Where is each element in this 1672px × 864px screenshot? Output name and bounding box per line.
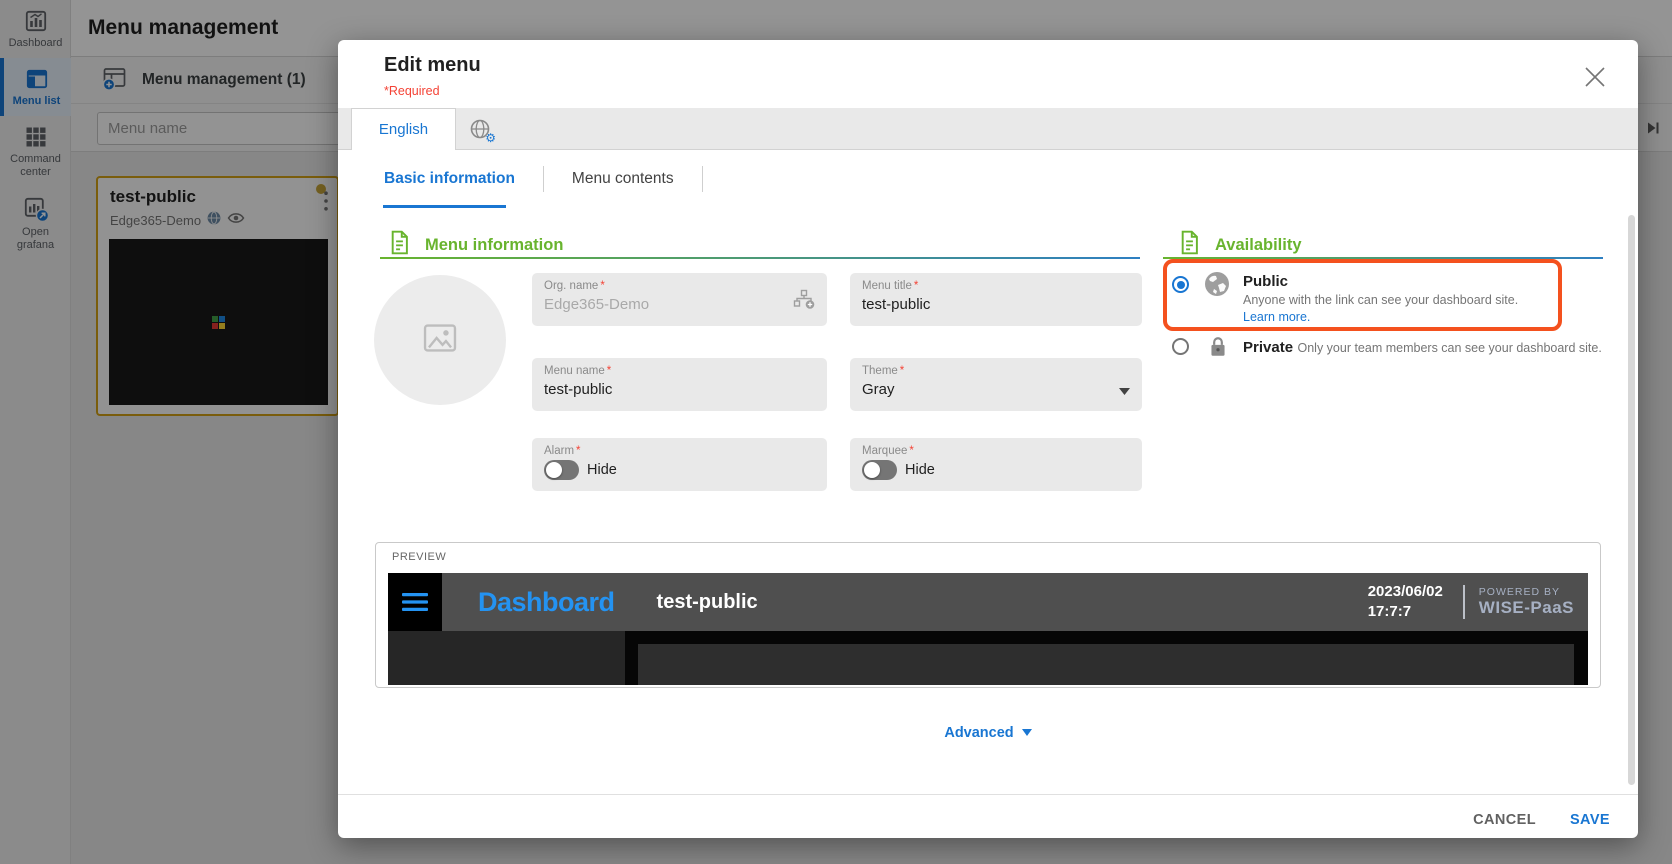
menu-name-value: test-public [544, 381, 613, 398]
section-underline [380, 257, 1140, 259]
screen: Dashboard Menu list Command center Open … [0, 0, 1672, 864]
marquee-field: Marquee * Hide [850, 438, 1142, 491]
menu-title-value: test-public [862, 296, 931, 313]
section-title-availability: Availability [1215, 235, 1302, 254]
close-icon[interactable] [1580, 62, 1610, 92]
learn-more-link[interactable]: Learn more. [1243, 310, 1310, 324]
tab-menu-contents[interactable]: Menu contents [544, 150, 702, 208]
preview-content [625, 631, 1588, 685]
cancel-button[interactable]: CANCEL [1471, 806, 1538, 834]
menu-name-label: Menu name * [544, 365, 612, 377]
hamburger-icon [388, 573, 442, 631]
alarm-toggle[interactable] [544, 460, 579, 480]
powered-by-badge: POWERED BY WISE-PaaS [1479, 586, 1574, 618]
edit-menu-modal: Edit menu *Required English ⚙ Basic info… [338, 40, 1638, 838]
preview-time: 17:7:7 [1367, 603, 1412, 620]
preview-datetime: 2023/06/02 17:7:7 [1368, 582, 1443, 622]
language-settings-icon: ⚙ [469, 118, 496, 145]
menu-image-upload[interactable] [374, 275, 506, 405]
private-radio[interactable] [1172, 338, 1189, 355]
public-globe-icon [1204, 271, 1230, 302]
advanced-caret-icon [1021, 729, 1032, 737]
marquee-toggle[interactable] [862, 460, 897, 480]
advanced-label: Advanced [944, 725, 1014, 741]
tab-language-english[interactable]: English [351, 108, 456, 150]
theme-value: Gray [862, 381, 895, 398]
tab-divider [701, 166, 703, 192]
brand-text: WISE-PaaS [1478, 598, 1574, 617]
private-description: Only your team members can see your dash… [1297, 341, 1602, 355]
tab-basic-information[interactable]: Basic information [356, 150, 543, 208]
powered-by-text: POWERED BY [1478, 586, 1560, 598]
dropdown-caret-icon [1119, 382, 1130, 400]
modal-scrollbar[interactable] [1628, 215, 1635, 785]
gear-icon: ⚙ [485, 131, 496, 145]
preview-logo: Dashboard [478, 586, 615, 617]
dashboard-preview: Dashboard test-public 2023/06/02 17:7:7 … [388, 573, 1588, 685]
footer-actions: CANCEL SAVE [1471, 806, 1612, 834]
org-name-label: Org. name * [544, 280, 605, 292]
language-settings-tab[interactable]: ⚙ [456, 108, 504, 150]
active-tab-underline [383, 205, 506, 208]
theme-label: Theme * [862, 365, 905, 377]
alarm-field: Alarm * Hide [532, 438, 827, 491]
preview-date: 2023/06/02 [1367, 583, 1443, 600]
alarm-toggle-state: Hide [587, 462, 617, 478]
org-tree-icon[interactable] [793, 289, 815, 316]
menu-title-field[interactable]: Menu title * test-public [850, 273, 1142, 326]
preview-sidebar [388, 631, 625, 685]
document-icon [1178, 230, 1201, 260]
org-name-field: Org. name * Edge365-Demo [532, 273, 827, 326]
image-placeholder-icon [423, 323, 457, 358]
preview-label: PREVIEW [392, 551, 447, 563]
menu-title-label: Menu title * [862, 280, 919, 292]
document-icon [388, 230, 411, 260]
modal-title: Edit menu [384, 54, 481, 76]
public-label: Public [1243, 273, 1289, 290]
language-tab-bar: English ⚙ [338, 108, 1638, 150]
private-label: Private [1243, 339, 1294, 356]
public-radio[interactable] [1172, 276, 1189, 293]
availability-header: Availability [1178, 230, 1302, 260]
public-description: Anyone with the link can see your dashbo… [1243, 293, 1519, 324]
preview-divider [1462, 585, 1465, 619]
alarm-label: Alarm * [544, 445, 581, 457]
private-lock-icon [1207, 335, 1229, 364]
section-title-menu-information: Menu information [425, 235, 564, 254]
save-button[interactable]: SAVE [1568, 806, 1612, 834]
subtab-bar: Basic information Menu contents [338, 150, 1638, 208]
preview-menu-title: test-public [656, 590, 758, 613]
private-option: Private Only your team members can see y… [1243, 339, 1602, 357]
menu-name-field[interactable]: Menu name * test-public [532, 358, 827, 411]
menu-information-header: Menu information [388, 230, 563, 260]
preview-panel [638, 644, 1574, 685]
marquee-toggle-state: Hide [905, 462, 935, 478]
preview-header-right: 2023/06/02 17:7:7 POWERED BY WISE-PaaS [1368, 582, 1574, 622]
advanced-toggle[interactable]: Advanced [338, 724, 1638, 742]
org-name-value: Edge365-Demo [544, 296, 650, 313]
preview-body [388, 631, 1588, 685]
preview-box: PREVIEW Dashboard test-public 2023/06/02… [375, 542, 1601, 688]
required-note: *Required [384, 84, 440, 98]
marquee-label: Marquee * [862, 445, 914, 457]
preview-header: Dashboard test-public 2023/06/02 17:7:7 … [388, 573, 1588, 631]
footer-divider [338, 794, 1638, 795]
theme-select[interactable]: Theme * Gray [850, 358, 1142, 411]
